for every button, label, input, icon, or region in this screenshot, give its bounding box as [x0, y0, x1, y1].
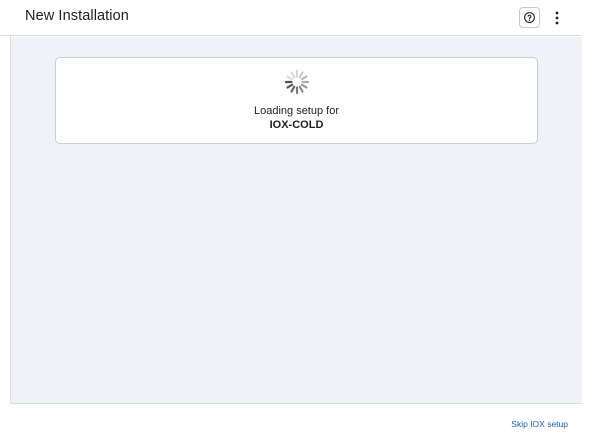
more-vertical-icon: [555, 11, 559, 24]
help-button[interactable]: [519, 7, 540, 28]
skip-setup-link[interactable]: Skip IOX setup: [511, 419, 568, 429]
page-title: New Installation: [25, 8, 129, 24]
loading-card: Loading setup for IOX-COLD: [55, 57, 538, 144]
help-circle-icon: [524, 12, 535, 23]
left-border: [0, 36, 11, 404]
top-bar: New Installation: [0, 0, 582, 36]
right-margin: [582, 0, 592, 444]
loading-spinner-icon: [284, 69, 310, 95]
footer-bar: Skip IOX setup: [11, 403, 582, 444]
loading-message: Loading setup for: [253, 105, 339, 117]
device-name: IOX-COLD: [269, 119, 324, 131]
more-options-button[interactable]: [548, 7, 566, 28]
app-window: New Installation Loading setup for IOX-C…: [0, 0, 592, 444]
main-content: Loading setup for IOX-COLD: [11, 37, 582, 403]
